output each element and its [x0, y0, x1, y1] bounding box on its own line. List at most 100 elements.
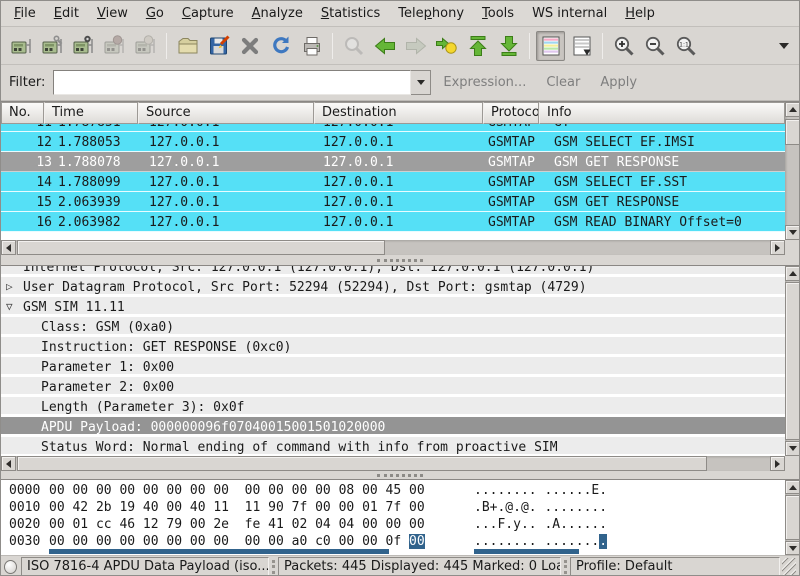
detail-row[interactable]: Class: GSM (0xa0) [1, 315, 785, 335]
packet-row[interactable]: 141.788099127.0.0.1127.0.0.1GSMTAPGSM SE… [1, 172, 785, 192]
detail-hscrollbar[interactable] [1, 456, 785, 471]
hex-bytes: 00 00 00 00 00 00 00 00 00 00 a0 c0 00 0… [49, 533, 474, 550]
detail-row[interactable]: Parameter 1: 0x00 [1, 355, 785, 375]
capture-start-icon[interactable] [69, 31, 98, 61]
zoom-in-icon[interactable] [609, 31, 638, 61]
hex-bytes: 00 01 cc 46 12 79 00 2e fe 41 02 04 04 0… [49, 516, 474, 533]
detail-row[interactable]: Instruction: GET RESPONSE (0xc0) [1, 335, 785, 355]
menu-view[interactable]: View [88, 2, 137, 25]
packet-row[interactable]: 121.788053127.0.0.1127.0.0.1GSMTAPGSM SE… [1, 132, 785, 152]
expander-open-icon[interactable]: ▽ [6, 299, 13, 314]
detail-row[interactable]: ▷User Datagram Protocol, Src Port: 52294… [1, 275, 785, 295]
menu-ws-internal[interactable]: WS internal [523, 2, 616, 25]
packet-row[interactable]: 152.063939127.0.0.1127.0.0.1GSMTAPGSM GE… [1, 192, 785, 212]
detail-row[interactable]: Length (Parameter 3): 0x0f [1, 395, 785, 415]
toolbar-overflow-icon[interactable] [774, 31, 794, 61]
hex-row[interactable]: 002000 01 cc 46 12 79 00 2e fe 41 02 04 … [1, 516, 800, 533]
capture-options-icon[interactable] [38, 31, 67, 61]
goto-bottom-icon[interactable] [494, 31, 523, 61]
expander-closed-icon[interactable]: ▷ [6, 279, 13, 294]
save-file-icon[interactable] [204, 31, 233, 61]
hex-row[interactable]: 001000 42 2b 19 40 00 40 11 11 90 7f 00 … [1, 499, 800, 516]
column-header-protocol[interactable]: Protocol [483, 102, 539, 124]
scroll-up-button[interactable] [785, 480, 800, 494]
go-back-icon[interactable] [370, 31, 399, 61]
hex-row[interactable]: 000000 00 00 00 00 00 00 00 00 00 00 00 … [1, 482, 800, 499]
detail-row[interactable]: Internet Protocol, Src: 127.0.0.1 (127.0… [1, 266, 785, 275]
packet-row[interactable]: 131.788078127.0.0.1127.0.0.1GSMTAPGSM GE… [1, 152, 785, 172]
pane-splitter-upper[interactable] [1, 255, 799, 265]
detail-row[interactable]: APDU Payload: 000000096f0704001500150102… [1, 415, 785, 435]
cell-info: GSM READ BINARY Offset=0 [554, 215, 785, 230]
scroll-up-button[interactable] [785, 102, 800, 117]
menu-go[interactable]: Go [137, 2, 173, 25]
hex-vscrollbar[interactable] [785, 480, 800, 555]
scroll-thumb[interactable] [17, 240, 385, 255]
detail-row[interactable]: Parameter 2: 0x00 [1, 375, 785, 395]
open-file-icon[interactable] [173, 31, 202, 61]
menu-edit[interactable]: Edit [45, 2, 88, 25]
apply-button[interactable]: Apply [592, 75, 645, 90]
reload-icon[interactable] [266, 31, 295, 61]
filter-input[interactable] [53, 70, 411, 95]
scroll-down-button[interactable] [785, 225, 800, 240]
scroll-left-button[interactable] [1, 240, 16, 255]
detail-row[interactable]: ▽GSM SIM 11.11 [1, 295, 785, 315]
column-header-time[interactable]: Time [44, 102, 138, 124]
autoscroll-icon[interactable] [567, 31, 596, 61]
goto-top-icon[interactable] [463, 31, 492, 61]
scroll-thumb[interactable] [785, 495, 800, 540]
menu-tools[interactable]: Tools [473, 2, 523, 25]
hex-row[interactable]: 003000 00 00 00 00 00 00 00 00 00 a0 c0 … [1, 533, 800, 550]
clear-button[interactable]: Clear [538, 75, 588, 90]
colorize-icon[interactable] [536, 31, 565, 61]
window-resize-grip[interactable] [782, 558, 796, 576]
menu-help[interactable]: Help [616, 2, 664, 25]
scroll-down-button[interactable] [785, 541, 800, 555]
column-header-info[interactable]: Info [539, 102, 785, 124]
packet-row[interactable]: 111.787851127.0.0.1127.0.0.1GSMTAPGT [1, 124, 785, 132]
menu-capture[interactable]: Capture [173, 2, 243, 25]
menu-statistics[interactable]: Statistics [312, 2, 389, 25]
menu-analyze[interactable]: Analyze [243, 2, 312, 25]
goto-packet-icon[interactable] [432, 31, 461, 61]
cell-destination: 127.0.0.1 [320, 124, 488, 130]
packet-list-vscrollbar[interactable] [785, 102, 800, 240]
scroll-left-button[interactable] [1, 456, 16, 471]
hex-offset: 0010 [9, 499, 49, 516]
packet-detail-rows: Internet Protocol, Src: 127.0.0.1 (127.0… [1, 266, 785, 456]
menu-telephony[interactable]: Telephony [389, 2, 473, 25]
scroll-thumb[interactable] [17, 456, 707, 471]
expression-button[interactable]: Expression... [435, 75, 534, 90]
scroll-down-button[interactable] [785, 441, 800, 456]
detail-vscrollbar[interactable] [785, 266, 800, 456]
detail-row-partial[interactable]: Internet Protocol, Src: 127.0.0.1 (127.0… [1, 266, 785, 275]
scroll-thumb[interactable] [785, 282, 800, 440]
close-file-icon[interactable] [235, 31, 264, 61]
scroll-right-button[interactable] [770, 456, 785, 471]
scroll-up-button[interactable] [785, 266, 800, 281]
menu-file[interactable]: File [5, 2, 45, 25]
zoom-100-icon[interactable]: 1:1 [671, 31, 700, 61]
scroll-right-button[interactable] [770, 240, 785, 255]
hex-selection-continuation-bytes [49, 549, 389, 554]
column-header-source[interactable]: Source [138, 102, 314, 124]
packet-list-hscrollbar[interactable] [1, 240, 785, 255]
scroll-thumb[interactable] [785, 119, 800, 145]
expert-info-icon[interactable] [4, 560, 17, 574]
detail-row[interactable]: Status Word: Normal ending of command wi… [1, 435, 785, 455]
cell-time: 2.063982 [58, 215, 146, 230]
pane-splitter-lower[interactable] [1, 471, 799, 479]
hex-offset: 0020 [9, 516, 49, 533]
column-header-no[interactable]: No. [1, 102, 44, 124]
column-header-destination[interactable]: Destination [314, 102, 483, 124]
packet-row[interactable]: 162.063982127.0.0.1127.0.0.1GSMTAPGSM RE… [1, 212, 785, 232]
list-interfaces-icon[interactable] [7, 31, 36, 61]
packet-row-partial[interactable]: 111.787851127.0.0.1127.0.0.1GSMTAPGT [1, 124, 785, 132]
status-grip-icon [564, 560, 567, 574]
cell-protocol: GSMTAP [488, 124, 554, 130]
zoom-out-icon[interactable] [640, 31, 669, 61]
print-icon[interactable] [297, 31, 326, 61]
capture-stop-icon [100, 31, 129, 61]
filter-dropdown-button[interactable] [411, 70, 431, 95]
